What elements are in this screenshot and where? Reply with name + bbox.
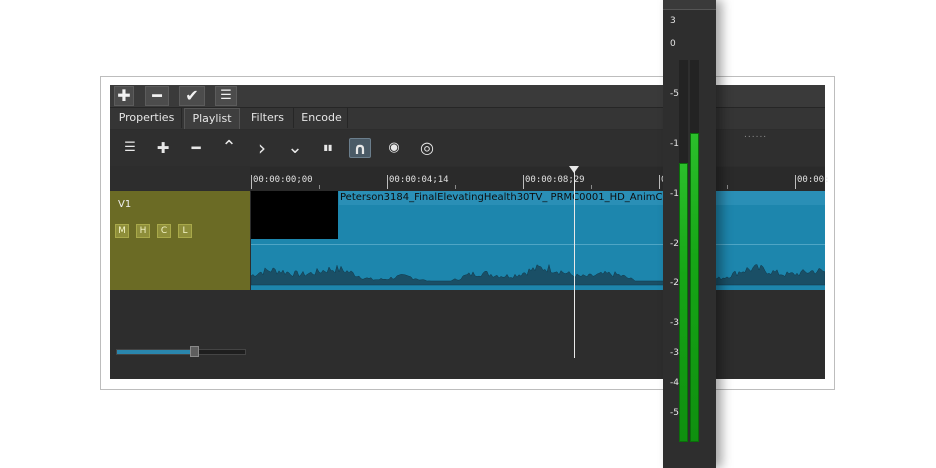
meter-scale-label: -5 [670,89,679,99]
ruler-label: 00:00:08;29 [525,175,585,185]
ruler-tick [795,175,796,189]
ruler-label: 00:00:04;14 [389,175,449,185]
timeline-clip[interactable]: Peterson3184_FinalElevatingHealth30TV_ P… [251,191,825,290]
meter-scale-label: 3 [670,16,676,26]
tab-properties[interactable]: Properties [112,108,182,128]
ripple-target-icon[interactable]: ◎ [416,138,438,158]
mute-button[interactable]: M [115,224,129,238]
playlist-toolbar: ✚ ━ ✔ ☰ [110,85,825,108]
timeline-menu-icon[interactable]: ☰ [119,138,141,158]
ruler-label: 00:00:00;00 [253,175,313,185]
tab-filters[interactable]: Filters [242,108,294,128]
timeline-empty-area[interactable] [110,290,825,379]
lock-button[interactable]: L [178,224,192,238]
ruler-minor-tick [455,185,456,189]
meter-channel-right [690,133,699,442]
lift-chevron-up-icon[interactable]: ⌃ [218,138,240,158]
zoom-slider-handle[interactable] [190,346,199,357]
meter-scale-label: 0 [670,39,676,49]
remove-button[interactable]: ━ [145,86,169,106]
ruler-minor-tick [727,185,728,189]
add-button[interactable]: ✚ [114,86,134,106]
split-icon[interactable]: ▮▮ [317,138,339,158]
playhead-marker[interactable] [569,166,579,173]
clip-title: Peterson3184_FinalElevatingHealth30TV_ P… [339,191,825,205]
menu-button[interactable]: ☰ [215,86,237,106]
clip-thumbnail [251,191,338,239]
ruler-tick [659,175,660,189]
panel-tabs: Properties Playlist Filters Encode [110,108,825,129]
snap-magnet-icon[interactable]: ∩ [349,138,371,158]
remove-minus-icon[interactable]: ━ [185,138,207,158]
zoom-slider[interactable] [116,346,246,357]
timeline-toolbar: ☰ ✚ ━ ⌃ › ⌄ ▮▮ ∩ ◉ ◎ [110,130,825,166]
append-plus-icon[interactable]: ✚ [152,138,174,158]
scrub-eye-icon[interactable]: ◉ [383,138,405,158]
tab-encode[interactable]: Encode [296,108,348,128]
hide-button[interactable]: H [136,224,150,238]
timeline-panel: ✚ ━ ✔ ☰ Properties Playlist Filters Enco… [110,85,830,379]
audio-waveform [251,264,825,286]
tab-playlist[interactable]: Playlist [184,108,240,129]
meter-header [663,0,716,10]
composite-button[interactable]: C [157,224,171,238]
ruler-tick [387,175,388,189]
track-header-v1[interactable]: V1 M H C L [110,191,250,290]
ruler-minor-tick [591,185,592,189]
timeline-ruler[interactable]: 00:00:00;00 00:00:04;14 00:00:08;29 0 00… [250,167,830,192]
ruler-tick [523,175,524,189]
insert-chevron-down-icon[interactable]: ⌄ [284,138,306,158]
zoom-slider-fill [117,350,194,354]
splitter-handle[interactable]: ...... [744,130,767,140]
ruler-tick [251,175,252,189]
overwrite-chevron-right-icon[interactable]: › [251,138,273,158]
audio-meter: 3 0 -5 -10 -15 -20 -25 -30 -35 -40 -50 [663,0,716,468]
meter-channel-left [679,163,688,442]
ruler-label: 00:00: [797,175,830,185]
playhead-line[interactable] [574,167,575,358]
track-name: V1 [118,199,132,210]
apply-button[interactable]: ✔ [179,86,205,106]
ruler-minor-tick [319,185,320,189]
